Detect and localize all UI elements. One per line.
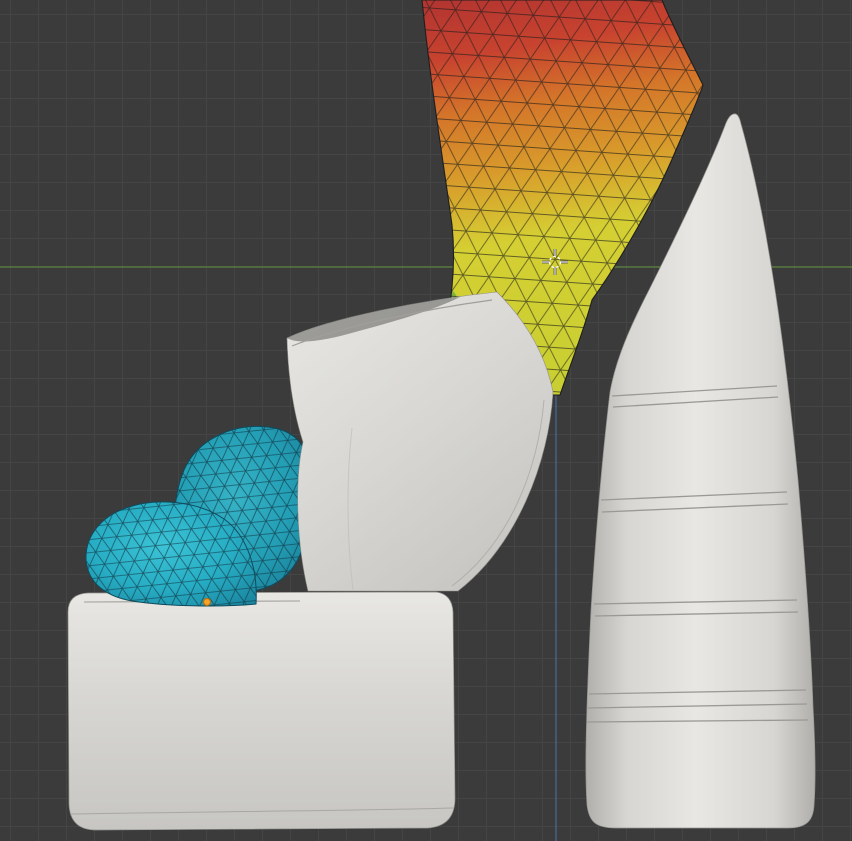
- viewport-3d[interactable]: [0, 0, 852, 841]
- shoe-upper-object[interactable]: [286, 291, 554, 592]
- platform-shape[interactable]: [67, 591, 456, 831]
- platform-object[interactable]: [67, 591, 456, 831]
- toe-mesh-object[interactable]: [85, 425, 309, 607]
- scene-svg: [0, 0, 852, 841]
- object-origin-dot[interactable]: [202, 597, 212, 607]
